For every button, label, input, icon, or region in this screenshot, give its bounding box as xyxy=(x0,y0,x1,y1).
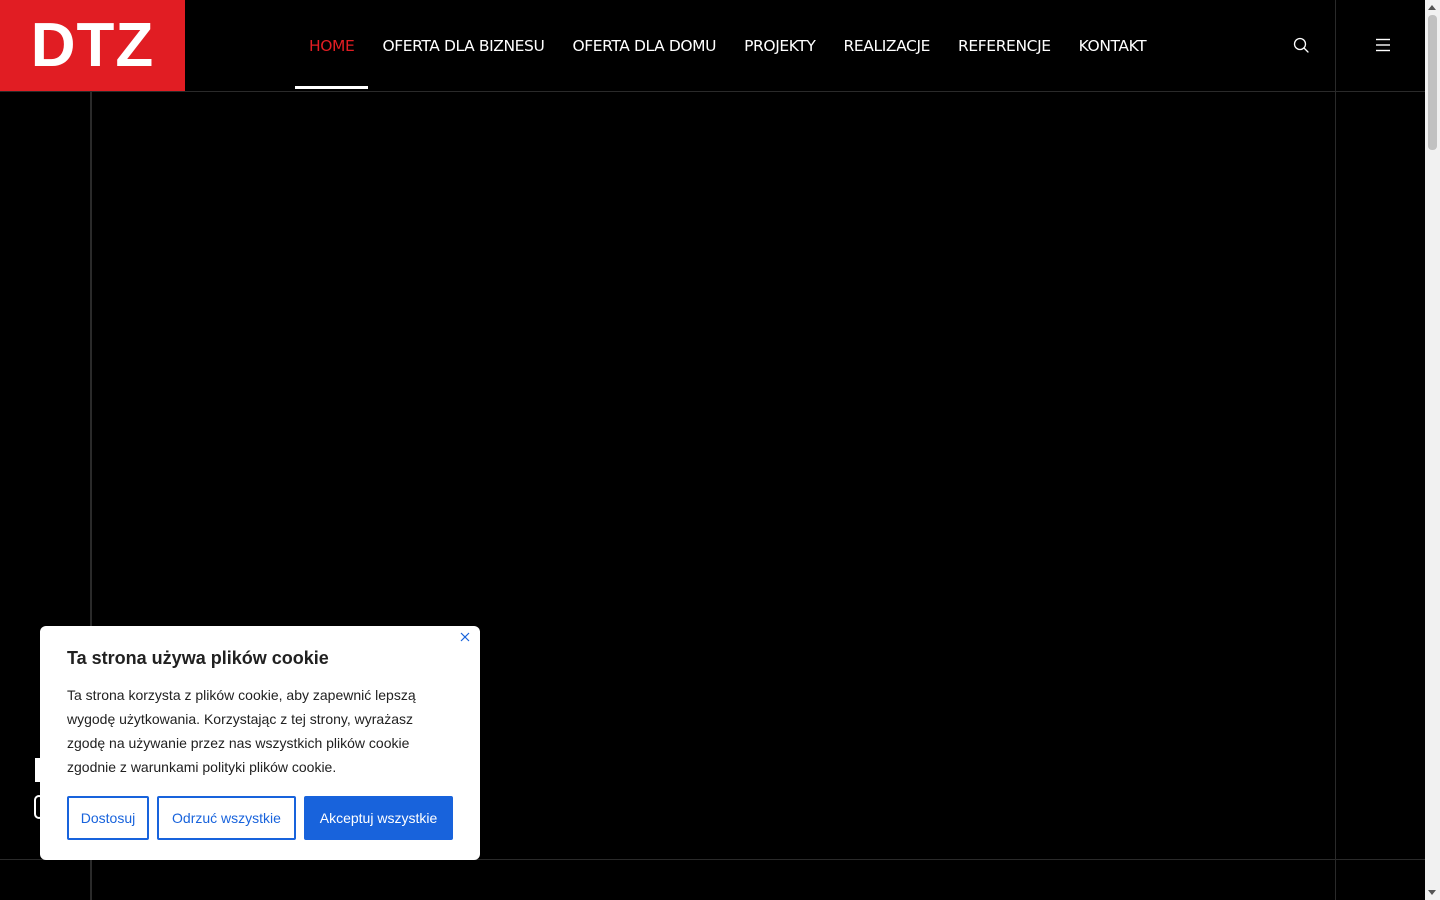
nav-item-oferta-dla-biznesu[interactable]: OFERTA DLA BIZNESU xyxy=(368,0,558,91)
nav-item-oferta-dla-domu[interactable]: OFERTA DLA DOMU xyxy=(558,0,730,91)
customize-button[interactable]: Dostosuj xyxy=(67,796,149,840)
accept-all-button[interactable]: Akceptuj wszystkie xyxy=(304,796,453,840)
scroll-down-arrow-icon[interactable] xyxy=(1428,890,1436,895)
scrollbar-thumb[interactable] xyxy=(1428,15,1437,150)
page: DTZ HOME OFERTA DLA BIZNESU OFERTA DLA D… xyxy=(0,0,1440,900)
page-scrollbar[interactable] xyxy=(1425,0,1440,900)
main-nav: HOME OFERTA DLA BIZNESU OFERTA DLA DOMU … xyxy=(295,0,1160,91)
search-button[interactable] xyxy=(1290,34,1312,56)
nav-item-referencje[interactable]: REFERENCJE xyxy=(944,0,1065,91)
site-header: DTZ HOME OFERTA DLA BIZNESU OFERTA DLA D… xyxy=(0,0,1425,92)
menu-button[interactable] xyxy=(1372,34,1394,56)
nav-item-realizacje[interactable]: REALIZACJE xyxy=(830,0,945,91)
hamburger-icon xyxy=(1376,38,1390,52)
cookie-consent-dialog: Ta strona używa plików cookie Ta strona … xyxy=(40,626,480,860)
nav-item-kontakt[interactable]: KONTAKT xyxy=(1065,0,1161,91)
logo-text: DTZ xyxy=(30,10,155,80)
logo[interactable]: DTZ xyxy=(0,0,185,91)
cookie-close-button[interactable] xyxy=(458,630,472,644)
right-divider xyxy=(1335,0,1336,900)
cookie-buttons: Dostosuj Odrzuć wszystkie Akceptuj wszys… xyxy=(67,796,453,840)
scroll-up-arrow-icon[interactable] xyxy=(1428,5,1436,10)
reject-all-button[interactable]: Odrzuć wszystkie xyxy=(157,796,296,840)
nav-item-projekty[interactable]: PROJEKTY xyxy=(730,0,829,91)
cookie-title: Ta strona używa plików cookie xyxy=(67,648,329,668)
nav-item-home[interactable]: HOME xyxy=(295,0,369,91)
close-icon xyxy=(460,632,470,642)
search-icon xyxy=(1293,37,1309,53)
cookie-description: Ta strona korzysta z plików cookie, aby … xyxy=(67,687,416,775)
